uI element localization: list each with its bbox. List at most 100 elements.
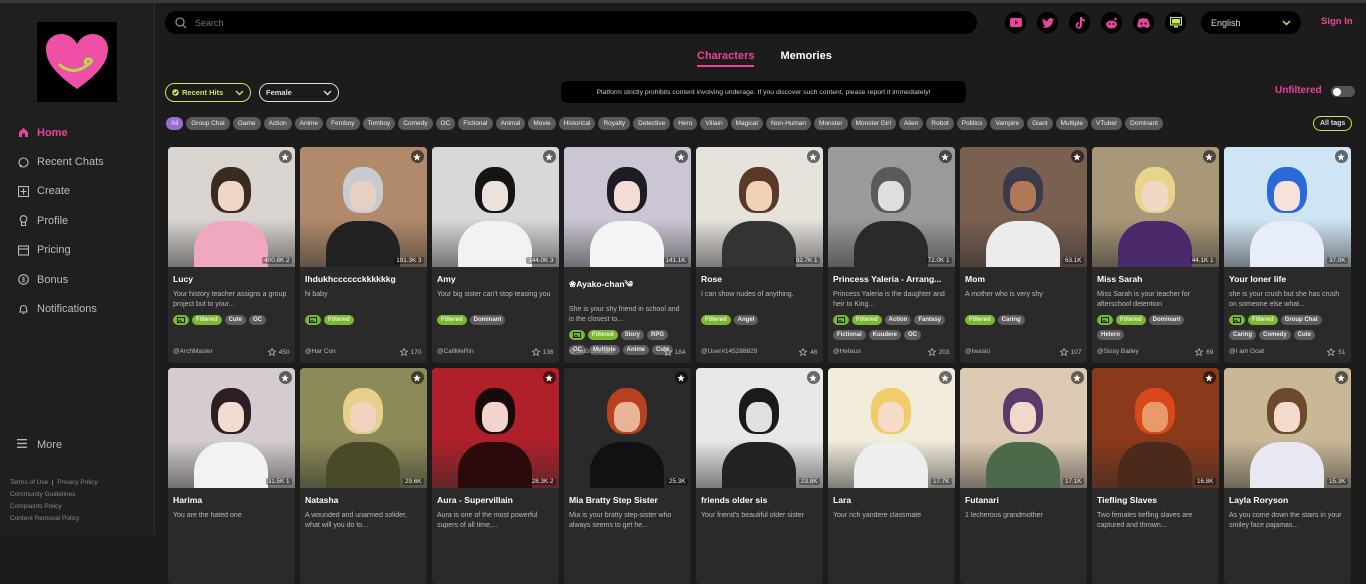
tag-chip[interactable]: Hero [673,117,698,130]
favorite-star-icon[interactable] [806,371,820,384]
logo[interactable] [37,22,117,102]
complaints-link[interactable]: Complaints Policy [10,503,62,510]
sidebar-item-notifications[interactable]: Notifications [17,294,104,323]
character-card[interactable]: 31.5K 1 Harima You are the hated one [168,368,295,584]
character-card[interactable]: 15.3K Layla Roryson As you come down the s… [1224,368,1351,584]
language-select[interactable]: English [1201,11,1301,34]
tag-chip[interactable]: Non-Human [765,117,812,130]
search-bar[interactable] [165,11,977,34]
favorite-star-icon[interactable] [938,371,952,384]
terms-link[interactable]: Terms of Use [10,479,48,486]
character-card[interactable]: 25.3K Mia Bratty Step Sister Mia is your b… [564,368,691,584]
search-input[interactable] [195,17,955,28]
character-card[interactable]: 92.7K 1 Rose I can show nudes of anything.… [696,147,823,363]
discord-button[interactable] [1133,12,1154,33]
tag-chip[interactable]: Monster [814,117,848,130]
tag-chip[interactable]: Comedy [398,117,433,130]
favorite-star-icon[interactable] [410,371,424,384]
tag-chip[interactable]: Dominant [1125,117,1163,130]
author-name[interactable]: @Helixus [833,348,861,356]
tag-chip[interactable]: Monster Girl [850,117,896,130]
tag-chip[interactable]: Multiple [1055,117,1089,130]
favorite-star-icon[interactable] [410,150,424,163]
character-card[interactable]: 28.3K 2 Aura - Supervillain Aura is one of… [432,368,559,584]
removal-link[interactable]: Content Removal Policy [10,515,79,522]
twitter-button[interactable] [1037,12,1058,33]
unfiltered-toggle[interactable] [1331,86,1355,97]
tag-chip[interactable]: Game [232,117,261,130]
favorite-star-icon[interactable] [674,371,688,384]
desktop-app-button[interactable] [1165,12,1186,33]
tag-chip[interactable]: Group Chat [186,117,230,130]
favorite-star-icon[interactable] [278,150,292,163]
tab-characters[interactable]: Characters [697,50,755,67]
author-name[interactable]: @Har Con [305,348,336,356]
favorite-star-icon[interactable] [938,150,952,163]
character-card[interactable]: 37.0K Your loner life she is your crush bu… [1224,147,1351,363]
tag-chip[interactable]: Animal [495,117,526,130]
favorite-star-icon[interactable] [1202,150,1216,163]
tag-chip[interactable]: Villain [700,117,728,130]
tag-chip[interactable]: VTuber [1091,117,1123,130]
favorite-star-icon[interactable] [674,150,688,163]
tag-chip[interactable]: Fictional [458,117,493,130]
character-card[interactable]: 141.1K ❀Ayako-chan༄ She is your shy friend… [564,147,691,363]
tag-chip[interactable]: Giant [1027,117,1053,130]
character-card[interactable]: 16.8K Tiefling Slaves Two females tiefling… [1092,368,1219,584]
favorite-star-icon[interactable] [278,371,292,384]
tag-chip[interactable]: Politics [956,117,988,130]
character-card[interactable]: 17.1K Futanari 1 lecherous grandmother [960,368,1087,584]
tag-chip[interactable]: Royalty [598,117,631,130]
tag-chip[interactable]: Magical [730,117,763,130]
character-card[interactable]: 63.1K Mom A mother who is very shy Filtered… [960,147,1087,363]
sidebar-item-recent-chats[interactable]: Recent Chats [17,147,104,176]
favorite-star-icon[interactable] [806,150,820,163]
favorite-star-icon[interactable] [1202,371,1216,384]
favorite-star-icon[interactable] [542,150,556,163]
character-card[interactable]: 72.0K 1 Princess Yaleria - Arrang... Princ… [828,147,955,363]
tag-chip[interactable]: Action [263,117,292,130]
more-button[interactable]: More [17,439,62,451]
reddit-button[interactable] [1101,12,1122,33]
youtube-button[interactable] [1005,12,1026,33]
privacy-link[interactable]: Privacy Policy [57,479,97,486]
tiktok-button[interactable] [1069,12,1090,33]
favorite-star-icon[interactable] [1070,150,1084,163]
character-card[interactable]: 191.3K 3 Ihdukhcccccckkkkkkg hi baby Filter… [300,147,427,363]
character-card[interactable]: 144.0K 3 Amy Your big sister can't stop te… [432,147,559,363]
character-card[interactable]: 17.7K Lara Your rich yandere classmate [828,368,955,584]
tag-chip[interactable]: Vampire [990,117,1025,130]
gender-select[interactable]: Female [259,83,339,102]
favorite-star-icon[interactable] [1334,150,1348,163]
tag-chip[interactable]: Tomboy [362,117,396,130]
author-name[interactable]: @Sissy Bailey [1097,348,1139,356]
tab-memories[interactable]: Memories [780,50,831,67]
tag-chip[interactable]: Detective [633,117,671,130]
tag-chip[interactable]: All [166,117,184,130]
tag-chip[interactable]: Robot [926,117,954,130]
tag-chip[interactable]: Historical [558,117,596,130]
sidebar-item-profile[interactable]: Profile [17,206,104,235]
favorite-star-icon[interactable] [542,371,556,384]
author-name[interactable]: @ArchMaster [173,348,213,356]
tag-chip[interactable]: Femboy [326,117,360,130]
sidebar-item-home[interactable]: Home [17,118,104,147]
tag-chip[interactable]: Movie [528,117,556,130]
author-name[interactable]: @Iwasio [965,348,990,356]
author-name[interactable]: @I am Goat [1229,348,1264,356]
sidebar-item-pricing[interactable]: Pricing [17,236,104,265]
tag-chip[interactable]: OC [435,117,456,130]
guidelines-link[interactable]: Community Guidelines [10,491,75,498]
favorite-star-icon[interactable] [1070,371,1084,384]
sort-select[interactable]: Recent Hits [165,83,251,102]
author-name[interactable]: @User#145288829 [701,348,757,356]
character-card[interactable]: 44.1K 1 Miss Sarah Miss Sarah is your teac… [1092,147,1219,363]
character-card[interactable]: 23.8K friends older sis Your friend's beau… [696,368,823,584]
character-card[interactable]: 29.6K Natasha A wounded and unarmed solide… [300,368,427,584]
author-name[interactable]: @CallMeRin [437,348,474,356]
tag-chip[interactable]: Alien [898,117,924,130]
all-tags-button[interactable]: All tags [1313,116,1353,131]
character-card[interactable]: 400.8K 2 Lucy Your history teacher assigns… [168,147,295,363]
author-name[interactable]: @Satō Shinichi [569,348,614,356]
sign-in-button[interactable]: Sign In [1321,16,1353,27]
